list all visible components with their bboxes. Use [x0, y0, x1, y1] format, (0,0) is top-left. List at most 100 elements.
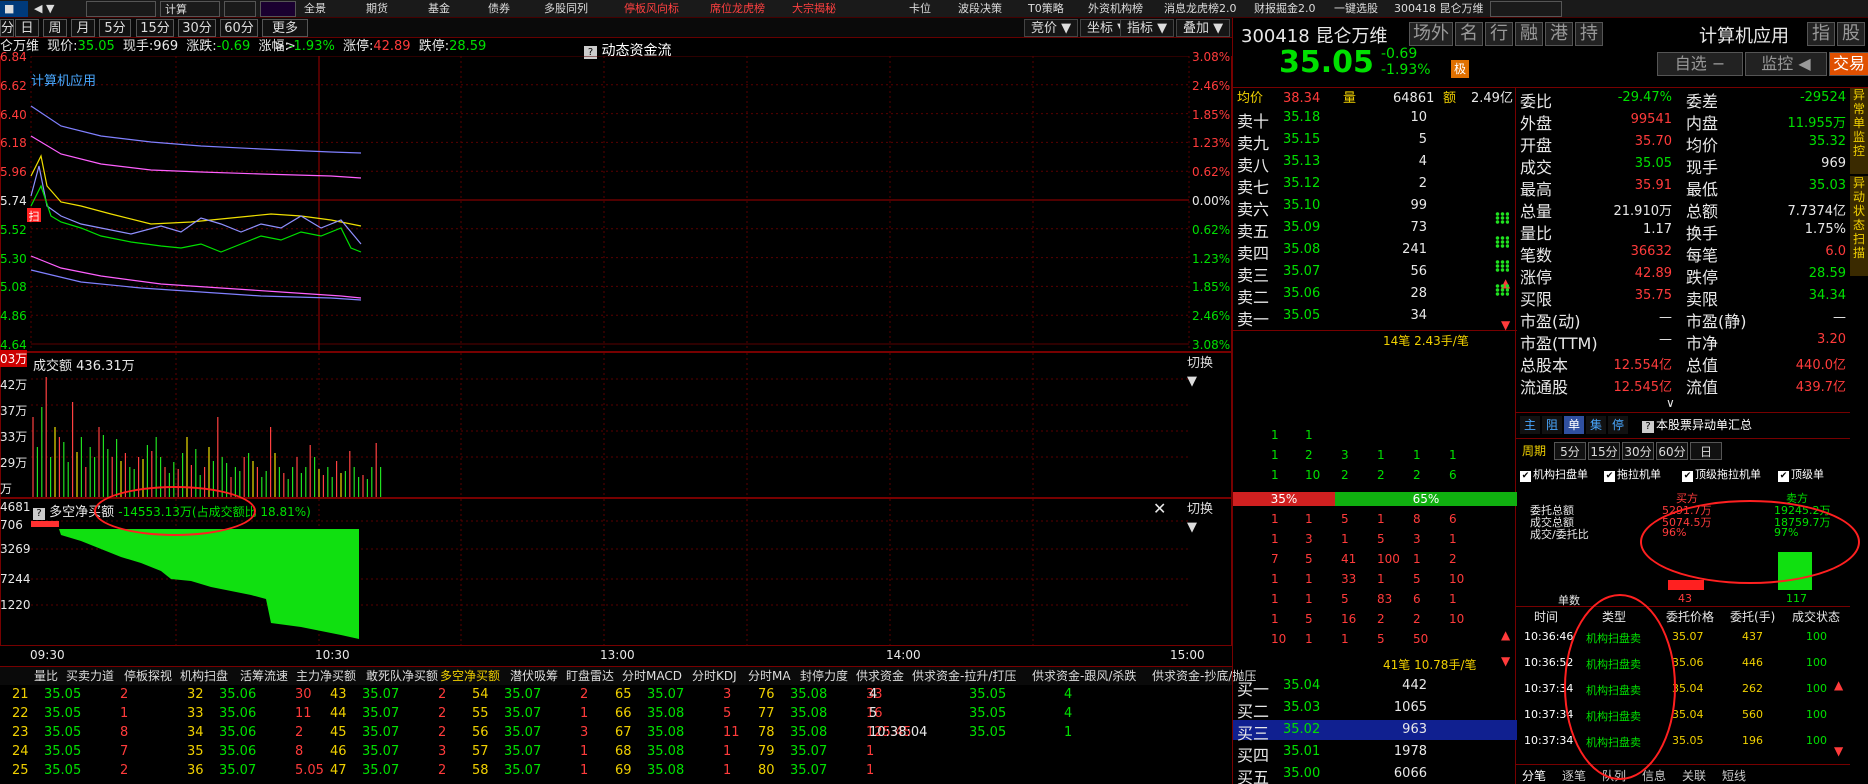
tab-industry[interactable]: 行 [1485, 22, 1513, 46]
add-watchlist-button[interactable]: 自选 − [1657, 52, 1743, 76]
tab-hk[interactable]: 港 [1545, 22, 1573, 46]
tb-bonds[interactable]: 债券 [484, 1, 542, 17]
tb-quanjing[interactable]: 全景 [300, 1, 352, 17]
tab-hold[interactable]: 持 [1575, 22, 1603, 46]
tb-futures[interactable]: 期货 [362, 1, 420, 17]
period-more[interactable]: 更多>> [262, 19, 308, 54]
indicator-tab[interactable]: 活筹流速 [240, 667, 288, 685]
expand-icon[interactable]: ∨ [1666, 396, 1675, 410]
tb-funds[interactable]: 基金 [424, 1, 480, 17]
order-period[interactable]: 60分 [1656, 442, 1688, 460]
order-tab[interactable]: 停 [1608, 416, 1628, 434]
order-period[interactable]: 15分 [1588, 442, 1620, 460]
net-switch-button[interactable]: 切换 ▼ [1181, 501, 1231, 535]
period-day[interactable]: 日 [15, 19, 39, 37]
tab-otc[interactable]: 场外 [1409, 22, 1453, 46]
indicator-tab[interactable]: 敢死队净买额 [366, 667, 438, 685]
tb-seat-rank[interactable]: 席位龙虎榜 [706, 1, 790, 17]
period-week[interactable]: 周 [43, 19, 67, 37]
indicator-tab[interactable]: 分时KDJ [692, 667, 737, 685]
indicator-tab[interactable]: 量比 [34, 667, 58, 685]
tb-limit-wind[interactable]: 停板风向标 [620, 1, 704, 17]
tab-name[interactable]: 名 [1455, 22, 1483, 46]
filter-checkbox[interactable]: ✔ 顶级单 [1778, 466, 1824, 482]
ask-price[interactable]: 35.10 [1283, 198, 1320, 213]
indicator-tab[interactable]: 潜伏吸筹 [510, 667, 558, 685]
ask-price[interactable]: 35.13 [1283, 154, 1320, 169]
tb-foreign[interactable]: 外资机构榜 [1084, 1, 1160, 17]
menu-button[interactable]: ■ [0, 1, 28, 17]
tab-stock[interactable]: 股 [1837, 22, 1865, 46]
bid-price[interactable]: 35.03 [1283, 700, 1320, 715]
indicator-button[interactable]: 指标 ▼ [1120, 19, 1175, 37]
indicator-tab[interactable]: 供求资金-拉升/打压 [912, 667, 1016, 685]
info-tab[interactable]: 短线 [1722, 767, 1746, 784]
order-period[interactable]: 日 [1690, 442, 1722, 460]
ask-price[interactable]: 35.15 [1283, 132, 1320, 147]
tb-multi[interactable]: 多股同列 [540, 1, 614, 17]
bid-price[interactable]: 35.04 [1283, 678, 1320, 693]
tb-band[interactable]: 波段决策 [954, 1, 1020, 17]
scroll-up-icon-3[interactable]: ▲ [1834, 678, 1843, 692]
indicator-tab[interactable]: 分时MACD [622, 667, 682, 685]
summary-link[interactable]: ? 本股票异动单汇总 [1642, 416, 1752, 434]
overlay-button[interactable]: 叠加 ▼ [1176, 19, 1231, 37]
trade-button[interactable]: 交易 [1829, 52, 1868, 76]
order-period[interactable]: 5分 [1554, 442, 1586, 460]
indicator-tab[interactable]: 机构扫盘 [180, 667, 228, 685]
toolbar-blank-2[interactable] [224, 1, 256, 17]
auction-button[interactable]: 竞价 ▼ [1024, 19, 1079, 37]
bid-price[interactable]: 35.01 [1283, 744, 1320, 759]
info-tab[interactable]: 分笔 [1522, 767, 1546, 784]
indicator-tab[interactable]: 供求资金-跟风/杀跌 [1032, 667, 1136, 685]
filter-checkbox[interactable]: ✔ 机构扫盘单 [1520, 466, 1588, 482]
toolbar-blank-1[interactable] [86, 1, 156, 17]
filter-checkbox[interactable]: ✔ 拖拉机单 [1604, 466, 1661, 482]
period-15m[interactable]: 15分 [136, 19, 174, 37]
indicator-tab[interactable]: 封停力度 [800, 667, 848, 685]
bid-price[interactable]: 35.02 [1283, 722, 1320, 737]
bid-price[interactable]: 35.00 [1283, 766, 1320, 781]
period-30m[interactable]: 30分 [178, 19, 216, 37]
tb-block-trade[interactable]: 大宗揭秘 [788, 1, 870, 17]
tab-index[interactable]: 指 [1807, 22, 1835, 46]
order-tab[interactable]: 主 [1520, 416, 1540, 434]
monitor-button[interactable]: 监控 ◀ [1745, 52, 1827, 76]
indicator-tab[interactable]: 多空净买额 [440, 667, 500, 685]
side-tab-scan[interactable]: 异动状态扫描 [1850, 176, 1868, 276]
ask-price[interactable]: 35.18 [1283, 110, 1320, 125]
tb-screener[interactable]: 一键选股 [1330, 1, 1386, 17]
info-tab[interactable]: 关联 [1682, 767, 1706, 784]
period-60m[interactable]: 60分 [220, 19, 258, 37]
scroll-down-icon-2[interactable]: ▼ [1501, 654, 1510, 668]
order-tab[interactable]: 阻 [1542, 416, 1562, 434]
period-fs[interactable]: 分 [0, 19, 14, 37]
tb-t0[interactable]: T0策略 [1024, 1, 1084, 17]
tb-stock[interactable]: 300418 昆仑万维 [1390, 1, 1486, 17]
tab-margin[interactable]: 融 [1515, 22, 1543, 46]
scroll-up-icon-2[interactable]: ▲ [1501, 628, 1510, 642]
tb-report[interactable]: 财报掘金2.0 [1250, 1, 1332, 17]
price-chart[interactable]: 计算机应用 扫 [0, 56, 1232, 352]
period-5m[interactable]: 5分 [99, 19, 131, 37]
ask-price[interactable]: 35.08 [1283, 242, 1320, 257]
indicator-tab[interactable]: 买卖力道 [66, 667, 114, 685]
period-month[interactable]: 月 [71, 19, 95, 37]
indicator-tab[interactable]: 盯盘雷达 [566, 667, 614, 685]
ask-price[interactable]: 35.09 [1283, 220, 1320, 235]
toolbar-blank-4[interactable] [1490, 1, 1562, 17]
nav-back-button[interactable]: ◀ ▼ [30, 1, 82, 17]
ask-price[interactable]: 35.12 [1283, 176, 1320, 191]
filter-checkbox[interactable]: ✔ 顶级拖拉机单 [1682, 466, 1761, 482]
tb-news-rank[interactable]: 消息龙虎榜2.0 [1160, 1, 1252, 17]
ask-price[interactable]: 35.07 [1283, 264, 1320, 279]
toolbar-calc[interactable]: 计算 [160, 1, 220, 17]
ask-price[interactable]: 35.05 [1283, 308, 1320, 323]
side-tab-abnormal[interactable]: 异常单监控 [1850, 88, 1868, 174]
tb-kawei[interactable]: 卡位 [880, 1, 960, 17]
indicator-tab[interactable]: 分时MA [748, 667, 791, 685]
indicator-tab[interactable]: 主力净买额 [296, 667, 356, 685]
toolbar-blank-3[interactable] [260, 1, 296, 17]
ask-price[interactable]: 35.06 [1283, 286, 1320, 301]
indicator-tab[interactable]: 停板探视 [124, 667, 172, 685]
